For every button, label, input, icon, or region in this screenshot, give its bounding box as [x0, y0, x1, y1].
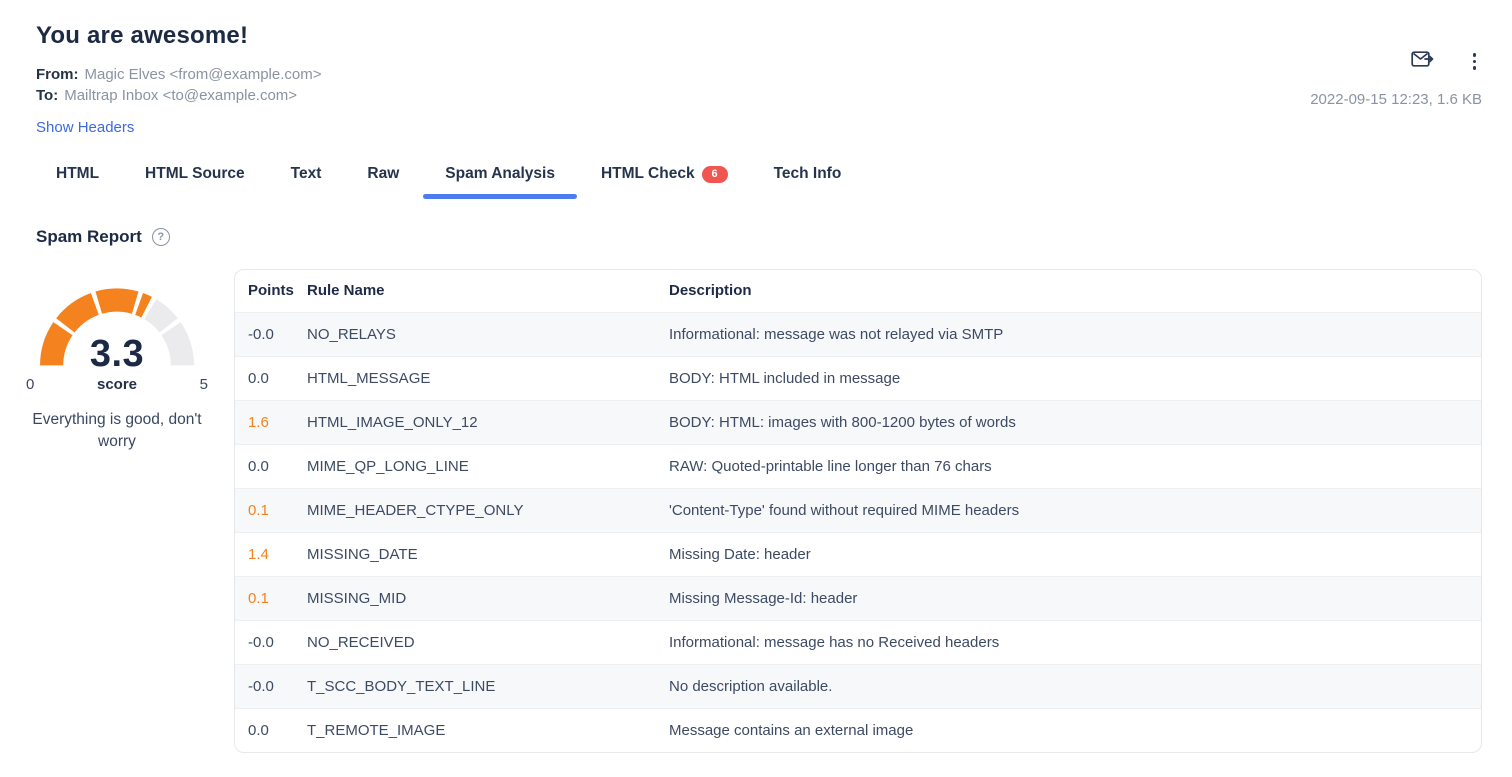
table-row: -0.0NO_RELAYSInformational: message was …: [235, 312, 1481, 356]
rule-description: No description available.: [669, 664, 1481, 708]
gauge-min-label: 0: [26, 376, 34, 393]
rule-name: NO_RELAYS: [307, 312, 669, 356]
tab-count-badge: 6: [702, 166, 728, 183]
table-row: 1.6HTML_IMAGE_ONLY_12BODY: HTML: images …: [235, 400, 1481, 444]
spam-score-gauge: 3.3: [31, 281, 203, 369]
spam-rules-table: PointsRule NameDescription -0.0NO_RELAYS…: [235, 270, 1481, 752]
tab-raw[interactable]: Raw: [345, 159, 421, 199]
tab-label: HTML: [56, 165, 99, 183]
tab-label: HTML Source: [145, 165, 245, 183]
rule-description: Informational: message has no Received h…: [669, 620, 1481, 664]
to-label: To:: [36, 85, 58, 106]
tab-html-check[interactable]: HTML Check 6: [579, 159, 750, 199]
rule-points: 1.6: [235, 400, 307, 444]
forward-email-button[interactable]: [1409, 48, 1437, 75]
tab-html-source[interactable]: HTML Source: [123, 159, 267, 199]
rule-points: 0.1: [235, 488, 307, 532]
table-row: -0.0T_SCC_BODY_TEXT_LINENo description a…: [235, 664, 1481, 708]
tab-label: Text: [291, 165, 322, 183]
tab-label: Spam Analysis: [445, 165, 555, 183]
tab-spam-analysis[interactable]: Spam Analysis: [423, 159, 577, 199]
gauge-score-label: score: [97, 376, 137, 393]
rule-name: HTML_MESSAGE: [307, 356, 669, 400]
rule-description: Missing Message-Id: header: [669, 576, 1481, 620]
tab-label: Tech Info: [774, 165, 842, 183]
table-row: 0.1MIME_HEADER_CTYPE_ONLY'Content-Type' …: [235, 488, 1481, 532]
rule-description: BODY: HTML included in message: [669, 356, 1481, 400]
email-subject: You are awesome!: [36, 22, 1512, 50]
kebab-menu-icon: [1473, 53, 1477, 57]
spam-score-value: 3.3: [31, 333, 203, 376]
email-view-page: You are awesome! 2022-09-15 12:23, 1.6 K…: [0, 22, 1512, 777]
question-circle-icon[interactable]: ?: [152, 228, 170, 246]
rule-points: -0.0: [235, 312, 307, 356]
rule-points: -0.0: [235, 620, 307, 664]
rule-points: -0.0: [235, 664, 307, 708]
rule-points: 0.0: [235, 708, 307, 752]
rule-name: HTML_IMAGE_ONLY_12: [307, 400, 669, 444]
rule-points: 1.4: [235, 532, 307, 576]
spam-report-title: Spam Report: [36, 227, 142, 247]
rule-description: Missing Date: header: [669, 532, 1481, 576]
gauge-filled-segment: [99, 300, 135, 303]
to-value: Mailtrap Inbox <to@example.com>: [64, 85, 297, 106]
spam-rules-table-container: PointsRule NameDescription -0.0NO_RELAYS…: [234, 269, 1482, 753]
tab-label: Raw: [367, 165, 399, 183]
table-header-row: PointsRule NameDescription: [235, 270, 1481, 312]
spam-score-panel: 3.3 0 score 5 Everything is good, don't …: [0, 269, 234, 453]
forward-email-icon: [1411, 50, 1435, 73]
table-row: 0.0HTML_MESSAGEBODY: HTML included in me…: [235, 356, 1481, 400]
spam-report-header: Spam Report ?: [36, 227, 1512, 247]
column-header-rule-name: Rule Name: [307, 270, 669, 312]
rule-points: 0.0: [235, 444, 307, 488]
rule-description: BODY: HTML: images with 800-1200 bytes o…: [669, 400, 1481, 444]
email-view-tabs: HTML HTML Source Text Raw Spam Analysis HTML …: [0, 159, 1512, 199]
tab-tech-info[interactable]: Tech Info: [752, 159, 864, 199]
rule-description: Message contains an external image: [669, 708, 1481, 752]
rule-description: Informational: message was not relayed v…: [669, 312, 1481, 356]
rule-points: 0.1: [235, 576, 307, 620]
tab-label: HTML Check: [601, 165, 695, 183]
rule-name: MISSING_DATE: [307, 532, 669, 576]
table-row: 0.0T_REMOTE_IMAGEMessage contains an ext…: [235, 708, 1481, 752]
gauge-max-label: 5: [200, 376, 208, 393]
rule-name: MISSING_MID: [307, 576, 669, 620]
rule-description: 'Content-Type' found without required MI…: [669, 488, 1481, 532]
rule-name: MIME_QP_LONG_LINE: [307, 444, 669, 488]
rule-name: T_SCC_BODY_TEXT_LINE: [307, 664, 669, 708]
message-date-size: 2022-09-15 12:23, 1.6 KB: [1310, 91, 1482, 108]
more-options-button[interactable]: [1467, 50, 1483, 73]
gauge-filled-segment: [139, 304, 147, 307]
column-header-description: Description: [669, 270, 1481, 312]
rule-points: 0.0: [235, 356, 307, 400]
spam-verdict-message: Everything is good, don't worry: [13, 409, 221, 453]
column-header-points: Points: [235, 270, 307, 312]
active-tab-underline: [423, 194, 577, 199]
tab-html[interactable]: HTML: [34, 159, 121, 199]
address-block: From: Magic Elves <from@example.com> To:…: [36, 64, 1512, 106]
gauge-filled-segment: [65, 304, 95, 325]
spam-report-content: 3.3 0 score 5 Everything is good, don't …: [0, 269, 1512, 753]
tab-text[interactable]: Text: [269, 159, 344, 199]
table-row: -0.0NO_RECEIVEDInformational: message ha…: [235, 620, 1481, 664]
rule-description: RAW: Quoted-printable line longer than 7…: [669, 444, 1481, 488]
from-value: Magic Elves <from@example.com>: [85, 64, 322, 85]
table-row: 1.4MISSING_DATEMissing Date: header: [235, 532, 1481, 576]
from-row: From: Magic Elves <from@example.com>: [36, 64, 1512, 85]
to-row: To: Mailtrap Inbox <to@example.com>: [36, 85, 1512, 106]
gauge-scale: 0 score 5: [26, 376, 208, 393]
table-row: 0.0MIME_QP_LONG_LINERAW: Quoted-printabl…: [235, 444, 1481, 488]
rule-name: NO_RECEIVED: [307, 620, 669, 664]
table-row: 0.1MISSING_MIDMissing Message-Id: header: [235, 576, 1481, 620]
from-label: From:: [36, 64, 79, 85]
rule-name: MIME_HEADER_CTYPE_ONLY: [307, 488, 669, 532]
rule-name: T_REMOTE_IMAGE: [307, 708, 669, 752]
show-headers-link[interactable]: Show Headers: [36, 119, 134, 136]
header-actions: [1409, 48, 1483, 75]
gauge-empty-segment: [150, 309, 168, 325]
